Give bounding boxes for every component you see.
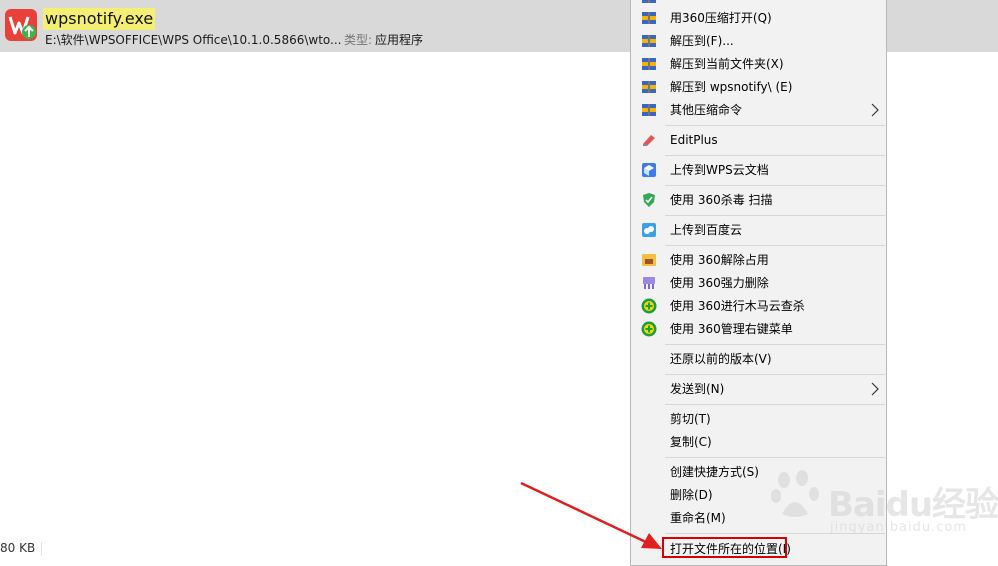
baidu-paw-icon	[771, 470, 819, 517]
watermark-url: jingyan.baidu.com	[830, 520, 967, 535]
baidu-watermark: Baidu经验 jingyan.baidu.com	[760, 450, 998, 550]
watermark-text: Baidu经验	[828, 485, 998, 525]
